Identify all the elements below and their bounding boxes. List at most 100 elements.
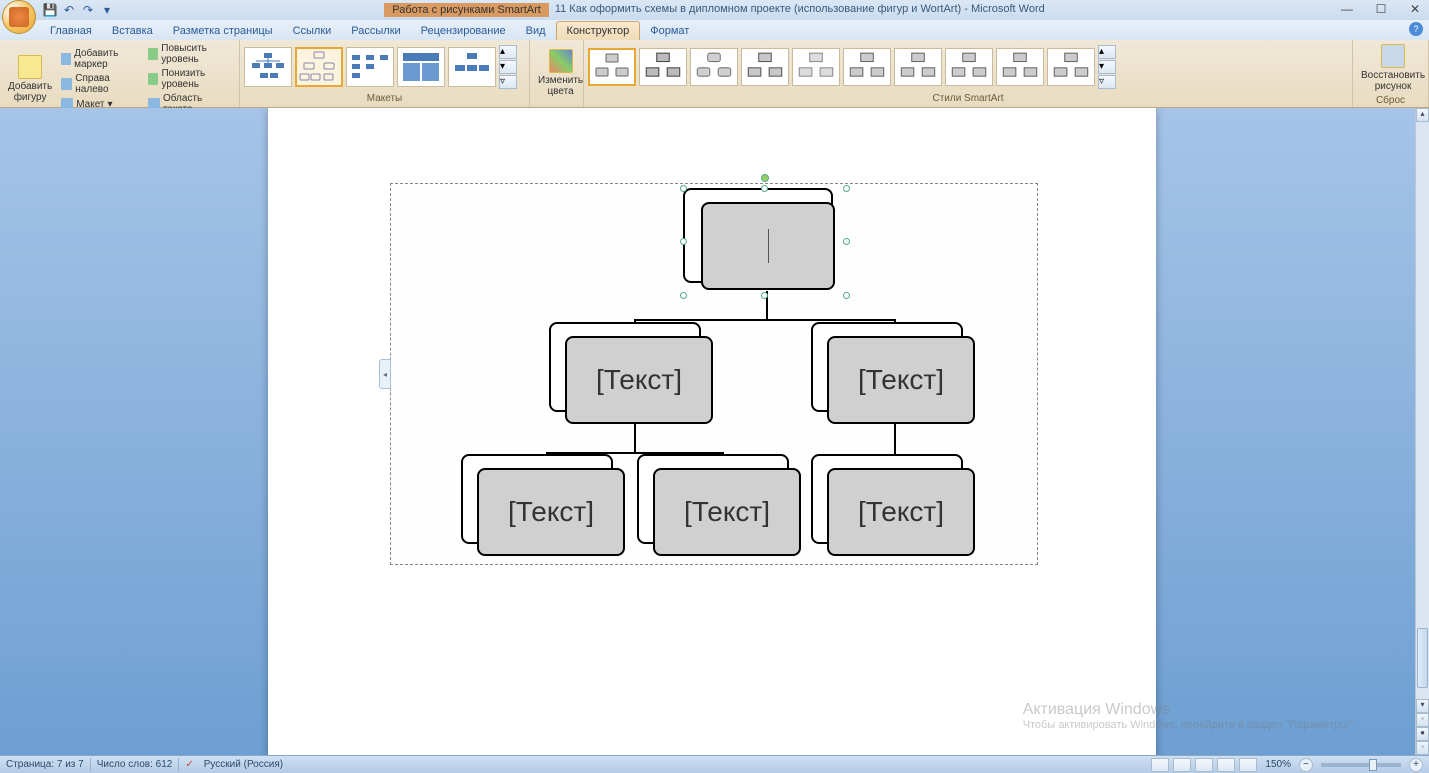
style-thumb-2[interactable] [639, 48, 687, 86]
layout-thumb-5[interactable] [448, 47, 496, 87]
scroll-up-button[interactable]: ▴ [1416, 108, 1429, 122]
browse-object-button[interactable]: ● [1416, 727, 1429, 741]
layouts-more[interactable]: ▿ [499, 75, 517, 89]
scroll-thumb[interactable] [1417, 628, 1428, 688]
tab-format[interactable]: Формат [640, 22, 699, 40]
office-button[interactable] [2, 0, 36, 34]
resize-handle-e[interactable] [843, 238, 850, 245]
resize-handle-s[interactable] [761, 292, 768, 299]
minimize-button[interactable]: — [1337, 2, 1357, 16]
close-button[interactable]: ✕ [1405, 2, 1425, 16]
style-thumb-5[interactable] [792, 48, 840, 86]
add-bullet-label: Добавить маркер [74, 48, 140, 70]
qat-dropdown-icon[interactable]: ▾ [99, 2, 115, 18]
style-thumb-1[interactable] [588, 48, 636, 86]
reset-icon [1381, 44, 1405, 68]
style-thumb-8[interactable] [945, 48, 993, 86]
save-icon[interactable]: 💾 [42, 2, 58, 18]
style-thumb-7[interactable] [894, 48, 942, 86]
node-text: [Текст] [858, 496, 944, 528]
quick-access-toolbar: 💾 ↶ ↷ ▾ [42, 2, 115, 18]
node-text: [Текст] [684, 496, 770, 528]
tab-review[interactable]: Рецензирование [411, 22, 516, 40]
text-pane-toggle[interactable]: ◂ [379, 359, 391, 389]
style-thumb-3[interactable] [690, 48, 738, 86]
change-colors-label: Изменить цвета [538, 75, 583, 97]
group-reset-label: Сброс [1357, 94, 1424, 107]
style-thumb-4[interactable] [741, 48, 789, 86]
style-thumb-10[interactable] [1047, 48, 1095, 86]
page[interactable]: ◂ [268, 108, 1156, 755]
tab-design[interactable]: Конструктор [556, 21, 641, 40]
help-icon[interactable]: ? [1409, 22, 1423, 36]
demote-button[interactable]: Понизить уровень [145, 67, 235, 91]
word-count[interactable]: Число слов: 612 [97, 759, 173, 770]
undo-icon[interactable]: ↶ [61, 2, 77, 18]
redo-icon[interactable]: ↷ [80, 2, 96, 18]
layouts-scroll-up[interactable]: ▴ [499, 45, 517, 59]
ribbon-tabs: Главная Вставка Разметка страницы Ссылки… [0, 20, 1429, 40]
rotate-handle[interactable] [761, 174, 769, 182]
zoom-slider-thumb[interactable] [1369, 759, 1377, 771]
tab-home[interactable]: Главная [40, 22, 102, 40]
resize-handle-w[interactable] [680, 238, 687, 245]
connector [634, 319, 894, 321]
node-text: [Текст] [858, 364, 944, 396]
maximize-button[interactable]: ☐ [1371, 2, 1391, 16]
demote-icon [148, 73, 158, 85]
zoom-in-button[interactable]: + [1409, 758, 1423, 772]
language-indicator[interactable]: Русский (Россия) [204, 759, 283, 770]
zoom-out-button[interactable]: − [1299, 758, 1313, 772]
layout-thumb-4[interactable] [397, 47, 445, 87]
add-bullet-button[interactable]: Добавить маркер [58, 47, 143, 71]
tab-insert[interactable]: Вставка [102, 22, 163, 40]
add-shape-button[interactable]: Добавить фигуру [4, 53, 56, 105]
layout-thumb-3[interactable] [346, 47, 394, 87]
view-print-layout[interactable] [1151, 758, 1169, 772]
node-text: [Текст] [596, 364, 682, 396]
layouts-scroll-down[interactable]: ▾ [499, 60, 517, 74]
tab-view[interactable]: Вид [516, 22, 556, 40]
styles-scroll-down[interactable]: ▾ [1098, 60, 1116, 74]
resize-handle-sw[interactable] [680, 292, 687, 299]
prev-page-button[interactable]: ◦ [1416, 713, 1429, 727]
title-bar: 💾 ↶ ↷ ▾ Работа с рисунками SmartArt 11 К… [0, 0, 1429, 20]
contextual-tab-label: Работа с рисунками SmartArt [384, 3, 549, 17]
view-web[interactable] [1195, 758, 1213, 772]
change-colors-button[interactable]: Изменить цвета [534, 47, 587, 99]
style-thumb-9[interactable] [996, 48, 1044, 86]
group-layouts-label: Макеты [244, 92, 525, 105]
reset-graphic-button[interactable]: Восстановить рисунок [1357, 42, 1429, 94]
resize-handle-n[interactable] [761, 185, 768, 192]
resize-handle-ne[interactable] [843, 185, 850, 192]
smartart-frame[interactable]: ◂ [390, 183, 1038, 565]
tab-page-layout[interactable]: Разметка страницы [163, 22, 283, 40]
styles-more[interactable]: ▿ [1098, 75, 1116, 89]
resize-handle-se[interactable] [843, 292, 850, 299]
tab-references[interactable]: Ссылки [283, 22, 342, 40]
add-shape-label: Добавить фигуру [8, 81, 52, 103]
smartart-node-root[interactable] [683, 188, 848, 296]
tab-mailings[interactable]: Рассылки [341, 22, 410, 40]
resize-handle-nw[interactable] [680, 185, 687, 192]
layout-thumb-1[interactable] [244, 47, 292, 87]
zoom-level[interactable]: 150% [1265, 759, 1291, 770]
rtl-label: Справа налево [75, 73, 140, 95]
promote-button[interactable]: Повысить уровень [145, 42, 235, 66]
view-outline[interactable] [1217, 758, 1235, 772]
zoom-slider[interactable] [1321, 763, 1401, 767]
document-title: 11 Как оформить схемы в дипломном проект… [555, 3, 1045, 17]
proofing-icon[interactable]: ✓ [185, 759, 193, 770]
layout-thumb-2[interactable] [295, 47, 343, 87]
rtl-button[interactable]: Справа налево [58, 72, 143, 96]
view-draft[interactable] [1239, 758, 1257, 772]
demote-label: Понизить уровень [161, 68, 232, 90]
view-full-screen[interactable] [1173, 758, 1191, 772]
next-page-button[interactable]: ◦ [1416, 741, 1429, 755]
page-indicator[interactable]: Страница: 7 из 7 [6, 759, 84, 770]
promote-icon [148, 48, 158, 60]
style-thumb-6[interactable] [843, 48, 891, 86]
scroll-down-button[interactable]: ▾ [1416, 699, 1429, 713]
styles-scroll-up[interactable]: ▴ [1098, 45, 1116, 59]
rtl-icon [61, 78, 72, 90]
